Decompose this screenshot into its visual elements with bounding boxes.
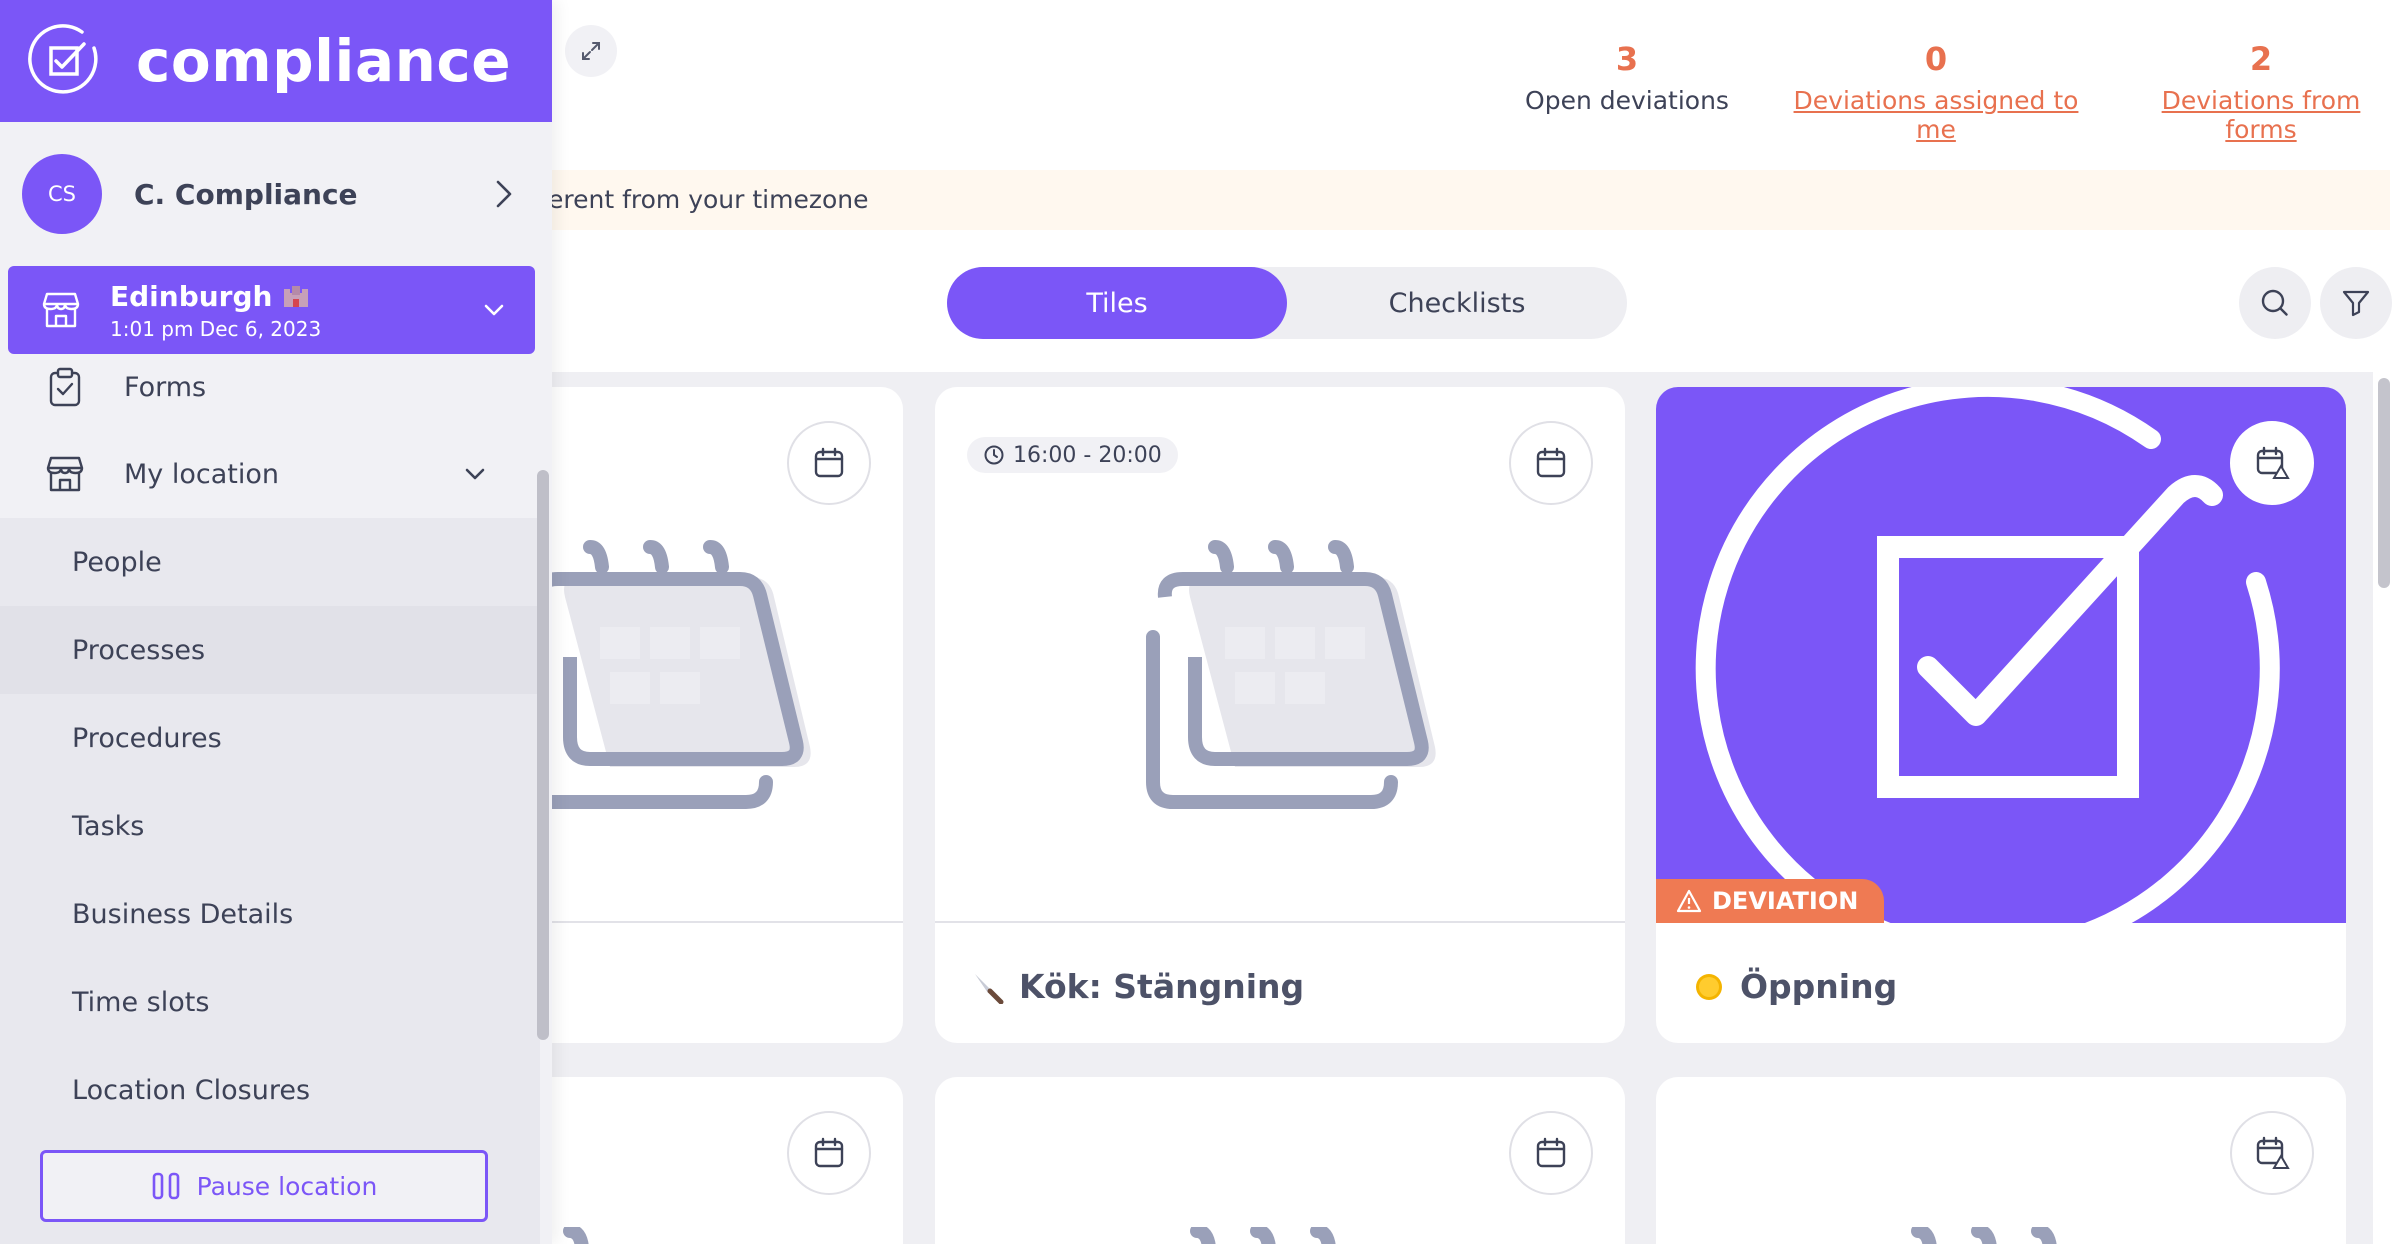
calendar-illustration-icon (563, 1227, 589, 1244)
schedule-button[interactable] (787, 1111, 871, 1195)
tab-tiles[interactable]: Tiles (947, 267, 1287, 339)
deviation-badge: DEVIATION (1656, 879, 1885, 923)
calendar-icon (1536, 447, 1566, 478)
sidebar-item-label: My location (124, 458, 279, 490)
deviations-assigned-link[interactable]: Deviations assigned to me (1774, 86, 2098, 144)
tile-card[interactable] (1656, 1077, 2346, 1244)
user-name: C. Compliance (134, 177, 358, 211)
schedule-warning-button[interactable] (2230, 1111, 2314, 1195)
deviation-badge-text: DEVIATION (1712, 887, 1859, 915)
stat-value: 0 (1924, 40, 1948, 78)
sidebar-item-procedures[interactable]: Procedures (0, 694, 540, 782)
sidebar-item-label: Tasks (72, 810, 145, 842)
sidebar-item-time-slots[interactable]: Time slots (0, 958, 540, 1046)
user-profile-row[interactable]: CS C. Compliance (0, 150, 552, 238)
store-icon (42, 292, 80, 328)
chevron-down-icon (484, 304, 504, 316)
calendar-illustration-icon (1911, 1227, 2057, 1244)
filter-button[interactable] (2320, 267, 2392, 339)
sidebar-scrollbar[interactable] (537, 470, 549, 1040)
time-slot-text: 16:00 - 20:00 (1013, 442, 1162, 468)
logo-bar: compliance (0, 0, 552, 122)
tile-card-kok-stangning[interactable]: 16:00 - 20:00 Kök: Stängning (935, 387, 1625, 1043)
sidebar-item-business-details[interactable]: Business Details (0, 870, 540, 958)
sidebar-item-label: People (72, 546, 162, 578)
store-icon (44, 454, 86, 494)
sidebar-item-label: Procedures (72, 722, 222, 754)
calendar-illustration-icon (521, 540, 811, 809)
card-title-text: Öppning (1740, 967, 1898, 1006)
schedule-warning-button[interactable] (2230, 421, 2314, 505)
stat-label: Open deviations (1525, 86, 1729, 115)
calendar-warning-icon (2256, 446, 2290, 479)
sidebar-item-location-closures[interactable]: Location Closures (0, 1046, 540, 1134)
sidebar-item-my-location[interactable]: My location (0, 430, 540, 518)
sidebar: compliance CS C. Compliance Edinburgh 1:… (0, 0, 552, 1244)
chevron-down-icon (465, 468, 485, 480)
sun-icon (1696, 973, 1722, 1000)
location-selector[interactable]: Edinburgh 1:01 pm Dec 6, 2023 (8, 266, 535, 354)
stat-value: 2 (2249, 40, 2273, 78)
deviations-from-forms-link[interactable]: Deviations from forms (2124, 86, 2398, 144)
knife-icon (975, 973, 1004, 1004)
pause-icon (152, 1172, 179, 1200)
schedule-button[interactable] (787, 421, 871, 505)
sidebar-item-label: Time slots (72, 986, 210, 1018)
castle-icon (284, 286, 309, 307)
sidebar-item-tasks[interactable]: Tasks (0, 782, 540, 870)
search-icon (2261, 289, 2288, 316)
clock-icon (984, 445, 1004, 465)
warning-icon (1676, 889, 1702, 913)
card-title: Kök: Stängning (971, 967, 1304, 1006)
calendar-icon (814, 447, 844, 478)
time-slot-badge: 16:00 - 20:00 (967, 437, 1178, 473)
logo-text: compliance (136, 27, 512, 95)
card-title-text: Kök: Stängning (1019, 967, 1305, 1006)
expand-icon (582, 42, 600, 60)
calendar-icon (1536, 1137, 1566, 1168)
filter-icon (2342, 290, 2370, 317)
main-scrollbar[interactable] (2378, 378, 2390, 588)
card-divider (935, 921, 1625, 923)
stat-value: 3 (1615, 40, 1639, 78)
tile-card-oppning[interactable]: DEVIATION Öppning (1656, 387, 2346, 1043)
clipboard-check-icon (44, 367, 86, 407)
calendar-illustration-icon (1146, 540, 1436, 809)
sidebar-item-people[interactable]: People (0, 518, 540, 606)
card-title: Öppning (1692, 967, 1897, 1006)
calendar-warning-icon (2256, 1136, 2290, 1169)
location-datetime: 1:01 pm Dec 6, 2023 (110, 316, 322, 341)
pause-location-button[interactable]: Pause location (40, 1150, 488, 1222)
search-button[interactable] (2239, 267, 2311, 339)
chevron-right-icon (496, 180, 512, 208)
sidebar-item-label: Forms (124, 371, 207, 403)
stat-assigned-to-me[interactable]: 0 Deviations assigned to me (1774, 40, 2098, 144)
pause-location-label: Pause location (196, 1171, 378, 1201)
tile-card[interactable] (935, 1077, 1625, 1244)
expand-button[interactable] (565, 25, 617, 77)
deviation-stats: 3 Open deviations 0 Deviations assigned … (1506, 40, 2398, 144)
calendar-illustration-icon (1190, 1227, 1336, 1244)
sidebar-item-forms[interactable]: Forms (0, 343, 540, 431)
sidebar-item-label: Processes (72, 634, 206, 666)
location-name: Edinburgh (110, 280, 483, 313)
sidebar-item-label: Business Details (72, 898, 294, 930)
sidebar-item-label: Location Closures (72, 1074, 311, 1106)
sidebar-item-processes[interactable]: Processes (0, 606, 540, 694)
tab-checklists[interactable]: Checklists (1287, 267, 1627, 339)
calendar-icon (814, 1137, 844, 1168)
location-name-text: Edinburgh (110, 279, 273, 313)
stat-from-forms[interactable]: 2 Deviations from forms (2124, 40, 2398, 144)
schedule-button[interactable] (1509, 1111, 1593, 1195)
compliance-logo-icon (28, 24, 98, 94)
banner-text: erent from your timezone (548, 185, 869, 214)
schedule-button[interactable] (1509, 421, 1593, 505)
avatar: CS (22, 154, 102, 234)
view-toggle: Tiles Checklists (947, 267, 1627, 339)
stat-open-deviations[interactable]: 3 Open deviations (1506, 40, 1748, 144)
